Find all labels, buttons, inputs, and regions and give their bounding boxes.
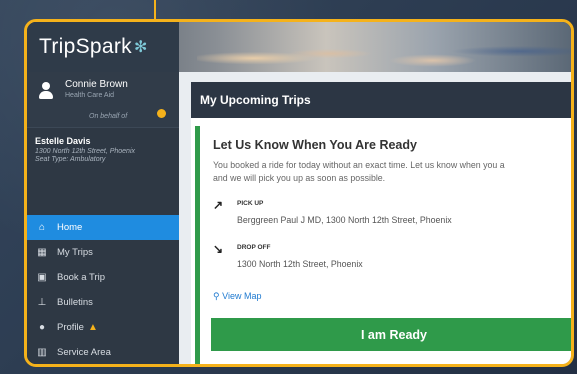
callout-dot: [157, 109, 166, 118]
dropoff-address: 1300 North 12th Street, Phoenix: [237, 259, 363, 269]
sidebar-item-label: My Trips: [57, 247, 93, 258]
card-description-line: and we will pick you up as soon as possi…: [213, 173, 386, 183]
avatar-icon: [39, 82, 53, 100]
sidebar-item-label: Profile: [57, 322, 84, 333]
sidebar-item-home[interactable]: ⌂ Home: [27, 215, 179, 240]
client-address: 1300 North 12th Street, Phoenix: [35, 148, 136, 155]
user-role: Health Care Aid: [65, 92, 115, 99]
user-name: Connie Brown: [65, 79, 128, 90]
card-accent: [195, 126, 200, 364]
pickup-label: PICK UP: [237, 200, 264, 207]
sidebar-item-profile[interactable]: ● Profile ▲: [27, 315, 179, 340]
page-title: My Upcoming Trips: [191, 82, 571, 118]
logo[interactable]: TripSpark ✻: [27, 22, 179, 72]
i-am-ready-button[interactable]: I am Ready: [211, 318, 571, 351]
sidebar-item-service-area[interactable]: ▥ Service Area: [27, 340, 179, 364]
sidebar-item-bulletins[interactable]: ⊥ Bulletins: [27, 290, 179, 315]
logo-mark-icon: ✻: [133, 39, 148, 56]
banner-photo: [197, 26, 571, 72]
card-description-line: You booked a ride for today without an e…: [213, 160, 505, 170]
user-block: Connie Brown Health Care Aid On behalf o…: [27, 72, 179, 127]
arrow-down-right-icon: ↘: [213, 242, 224, 256]
sidebar-item-my-trips[interactable]: ▦ My Trips: [27, 240, 179, 265]
home-icon: ⌂: [38, 222, 46, 233]
arrow-up-right-icon: ↗: [213, 198, 224, 212]
view-map-label: View Map: [222, 291, 262, 301]
pickup-address: Berggreen Paul J MD, 1300 North 12th Str…: [237, 215, 452, 225]
calendar-icon: ▦: [37, 247, 47, 258]
search-icon: ⚲: [213, 291, 220, 301]
main-content: My Upcoming Trips Let Us Know When You A…: [179, 72, 571, 364]
sidebar-item-label: Book a Trip: [57, 272, 106, 283]
sidebar: Connie Brown Health Care Aid On behalf o…: [27, 72, 179, 364]
view-map-link[interactable]: ⚲ View Map: [213, 291, 261, 302]
bus-icon: ▣: [37, 272, 47, 283]
client-name: Estelle Davis: [35, 136, 91, 146]
user-icon: ●: [38, 322, 46, 333]
sidebar-item-label: Home: [57, 222, 83, 233]
card-title: Let Us Know When You Are Ready: [213, 138, 417, 152]
dropoff-label: DROP OFF: [237, 244, 271, 251]
map-icon: ▥: [37, 347, 47, 358]
client-block[interactable]: Estelle Davis 1300 North 12th Street, Ph…: [27, 127, 179, 215]
sidebar-item-label: Bulletins: [57, 297, 93, 308]
logo-text: TripSpark: [39, 35, 132, 58]
client-seat-type: Seat Type: Ambulatory: [35, 156, 106, 163]
pin-icon: ⊥: [37, 297, 47, 308]
warning-icon: ▲: [87, 322, 98, 333]
ready-card: Let Us Know When You Are Ready You booke…: [191, 118, 571, 364]
on-behalf-label: On behalf of: [89, 113, 128, 120]
sidebar-item-label: Service Area: [57, 347, 111, 358]
app-frame: TripSpark ✻ Connie Brown Health Care Aid…: [24, 19, 574, 367]
card-description: You booked a ride for today without an e…: [213, 159, 571, 185]
sidebar-item-book-a-trip[interactable]: ▣ Book a Trip: [27, 265, 179, 290]
